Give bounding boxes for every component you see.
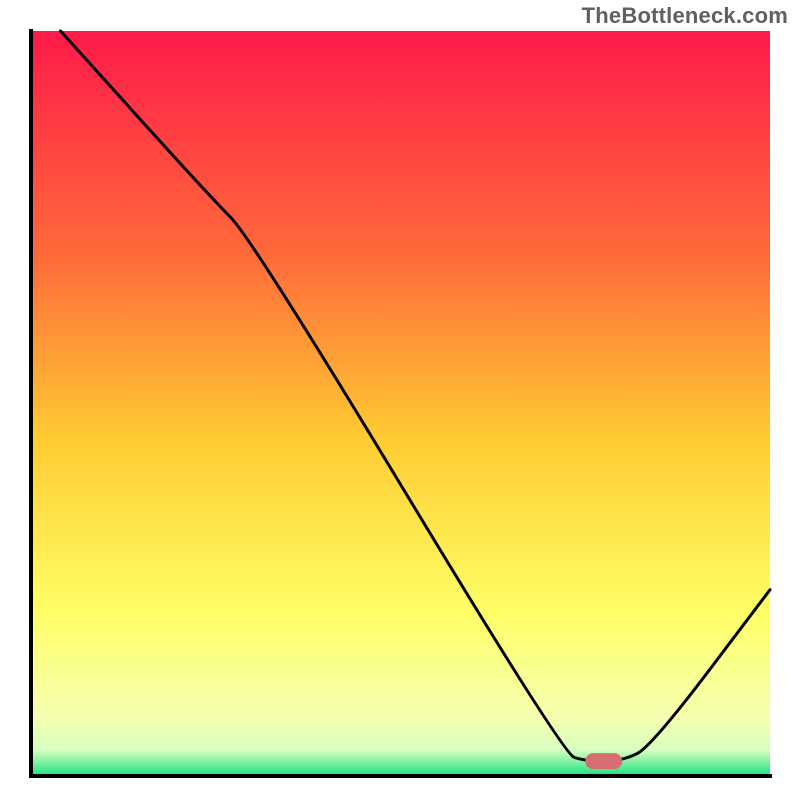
- chart-container: TheBottleneck.com: [0, 0, 800, 800]
- plot-background: [31, 31, 770, 776]
- bottleneck-chart: [0, 0, 800, 800]
- optimal-marker: [585, 753, 622, 769]
